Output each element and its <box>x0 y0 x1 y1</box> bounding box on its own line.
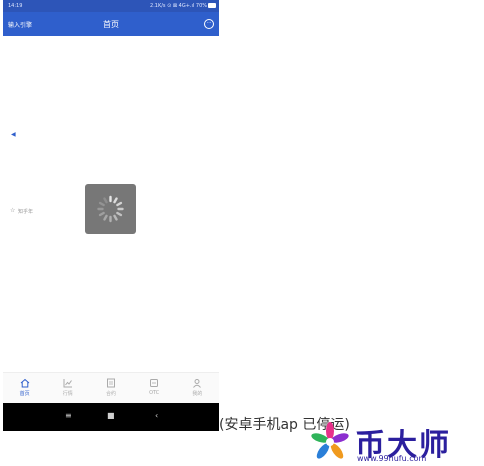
announcement-speaker-icon[interactable]: ◀ <box>11 131 16 138</box>
system-navigation-bar: ≡ ■ ‹ <box>3 403 219 431</box>
tab-label: 我的 <box>192 391 203 397</box>
bottom-tab-bar: 首页 行情 合约 OTC 我的 <box>3 372 219 404</box>
tab-contract[interactable]: 合约 <box>89 373 132 404</box>
chart-icon <box>63 379 72 388</box>
tab-profile[interactable]: 我的 <box>176 373 219 404</box>
contract-icon <box>107 378 115 388</box>
status-bar: 14:19 2.1K/s ⊙ ⊠ 4G+.ıl 70% <box>3 0 219 12</box>
battery-icon <box>208 3 216 8</box>
tab-label: 首页 <box>19 391 30 397</box>
top-nav-bar: 输入引擎 首页 ··· <box>3 12 219 36</box>
page-title: 首页 <box>103 20 119 29</box>
loading-spinner-icon <box>97 195 124 223</box>
status-system-info: 2.1K/s ⊙ ⊠ 4G+.ıl 70% <box>150 3 207 9</box>
otc-icon <box>150 379 159 387</box>
brand-url: www.99hufu.com <box>357 454 427 463</box>
tab-label: 行情 <box>62 391 73 397</box>
star-icon[interactable]: ☆ <box>10 207 15 214</box>
tab-home[interactable]: 首页 <box>3 373 46 404</box>
more-options-icon[interactable]: ··· <box>204 19 214 29</box>
tab-label: 合约 <box>106 391 117 397</box>
profile-icon <box>193 379 202 388</box>
status-time: 14:19 <box>8 3 23 9</box>
home-icon <box>20 378 29 388</box>
tab-label: OTC <box>149 390 160 396</box>
back-icon[interactable]: ‹ <box>155 411 158 420</box>
home-square-icon[interactable]: ■ <box>107 411 115 420</box>
tab-market[interactable]: 行情 <box>46 373 89 404</box>
phone-screen: 14:19 2.1K/s ⊙ ⊠ 4G+.ıl 70% 输入引擎 首页 ··· … <box>3 0 219 431</box>
menu-icon[interactable]: ≡ <box>65 411 72 420</box>
favorites-label: 知乎年 <box>18 209 34 215</box>
tab-otc[interactable]: OTC <box>133 373 176 404</box>
loading-overlay <box>85 184 136 234</box>
